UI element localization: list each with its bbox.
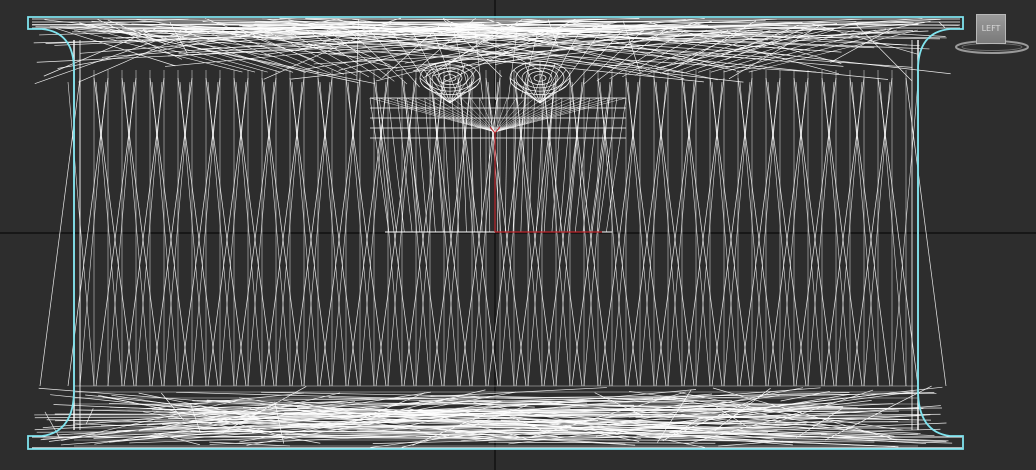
wireframe-scene bbox=[0, 0, 1036, 470]
viewport-left[interactable]: LEFT bbox=[0, 0, 1036, 470]
viewcube[interactable]: LEFT bbox=[952, 12, 1032, 54]
world-axes bbox=[0, 0, 1036, 470]
viewcube-face-left[interactable]: LEFT bbox=[976, 14, 1006, 44]
